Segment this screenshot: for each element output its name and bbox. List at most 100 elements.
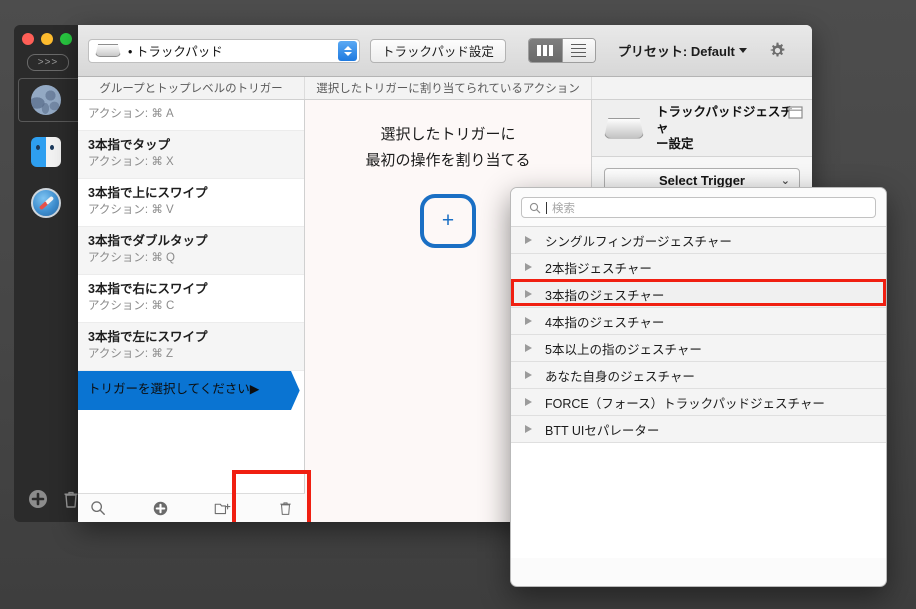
search-icon (529, 202, 541, 213)
trigger-row[interactable]: 3本指で左にスワイプ アクション: ⌘ Z (78, 323, 304, 371)
disclosure-triangle-icon[interactable] (511, 263, 545, 271)
minimize-button[interactable] (41, 33, 53, 45)
picker-category-label: 4本指のジェスチャー (545, 315, 665, 330)
picker-category-row[interactable]: BTT UIセパレーター (511, 416, 886, 443)
trigger-row-action: アクション: ⌘ X (88, 156, 174, 168)
trigger-list-pane: アクション: ⌘ A 3本指でタップ アクション: ⌘ X 3本指で上にスワイプ アクシ… (78, 100, 305, 522)
trigger-list[interactable]: アクション: ⌘ A 3本指でタップ アクション: ⌘ X 3本指で上にスワイプ アクシ… (78, 100, 304, 493)
disclosure-triangle-icon[interactable] (511, 290, 545, 298)
device-select[interactable]: • トラックパッド (88, 38, 360, 63)
column-headers: グループとトップレベルのトリガー 選択したトリガーに割り当てられているアクション (78, 77, 812, 100)
window-icon[interactable] (788, 106, 803, 124)
traffic-light-buttons[interactable] (22, 33, 72, 45)
picker-category-row[interactable]: あなた自身のジェスチャー (511, 362, 886, 389)
picker-category-label: シングルフィンガージェスチャー (545, 234, 732, 249)
picker-category-row[interactable]: 5本以上の指のジェスチャー (511, 335, 886, 362)
trigger-row-title: 3本指で左にスワイプ (88, 330, 208, 344)
search-icon (91, 501, 105, 515)
config-device-header: トラックパッドジェスチャ ー設定 (592, 100, 812, 157)
assign-message-line1: 選択したトリガーに (380, 126, 516, 143)
globe-icon[interactable] (31, 85, 61, 115)
device-select-value: • トラックパッド (128, 45, 223, 59)
trackpad-icon (604, 117, 644, 139)
column-header-actions: 選択したトリガーに割り当てられているアクション (305, 77, 592, 99)
close-button[interactable] (22, 33, 34, 45)
trigger-row-action: アクション: ⌘ Z (88, 348, 174, 360)
list-view-button[interactable] (561, 39, 595, 62)
trigger-row-action: アクション: ⌘ V (88, 204, 174, 216)
config-device-name-line2: ー設定 (656, 137, 694, 151)
new-folder-button[interactable] (214, 501, 231, 516)
disclosure-triangle-icon[interactable] (511, 425, 545, 433)
trigger-row[interactable]: 3本指でダブルタップ アクション: ⌘ Q (78, 227, 304, 275)
trackpad-icon (95, 44, 121, 57)
search-button[interactable] (90, 500, 106, 516)
picker-category-row[interactable]: 3本指のジェスチャー (511, 281, 886, 308)
picker-category-label: BTT UIセパレーター (545, 423, 660, 438)
view-toggle-group[interactable] (527, 38, 596, 63)
column-header-spacer (592, 77, 812, 99)
expand-chevrons-pill[interactable]: >>> (27, 54, 69, 71)
trigger-row-title: 3本指で右にスワイプ (88, 282, 208, 296)
column-header-groups: グループとトップレベルのトリガー (78, 77, 305, 99)
safari-icon[interactable] (31, 188, 61, 218)
assign-message: 選択したトリガーに 最初の操作を割り当てる (305, 122, 591, 174)
picker-empty-area (511, 443, 886, 558)
trigger-picker-popover[interactable]: 検索 シングルフィンガージェスチャー 2本指ジェスチャー 3本指のジェスチャー 4本指… (510, 187, 887, 587)
trigger-row-action: アクション: ⌘ C (88, 300, 175, 312)
columns-view-icon (537, 45, 554, 56)
add-circle-icon (153, 501, 167, 515)
trigger-row[interactable]: 3本指でタップ アクション: ⌘ X (78, 131, 304, 179)
preset-menu[interactable]: プリセット: Default (618, 41, 747, 60)
picker-search-field[interactable]: 検索 (521, 197, 876, 218)
picker-category-row[interactable]: シングルフィンガージェスチャー (511, 227, 886, 254)
trigger-row-title: 3本指で上にスワイプ (88, 186, 208, 200)
select-trigger-label: Select Trigger (659, 172, 745, 188)
finder-icon[interactable] (31, 137, 61, 167)
add-item-button[interactable] (153, 501, 168, 516)
disclosure-triangle-icon[interactable] (511, 236, 545, 244)
zoom-button[interactable] (60, 33, 72, 45)
picker-category-label: 3本指のジェスチャー (545, 288, 665, 303)
columns-view-button[interactable] (528, 39, 562, 62)
dock-bottom-tools (14, 489, 80, 514)
disclosure-triangle-icon[interactable] (511, 317, 545, 325)
trigger-row-action: アクション: ⌘ A (88, 108, 174, 120)
picker-search-placeholder: 検索 (552, 202, 575, 215)
picker-category-row[interactable]: FORCE（フォース）トラックパッドジェスチャー (511, 389, 886, 416)
trigger-row-title: 3本指でダブルタップ (88, 234, 208, 248)
chevron-down-icon: ⌄ (780, 174, 790, 187)
disclosure-triangle-icon[interactable] (511, 344, 545, 352)
chevron-down-icon (738, 48, 747, 53)
trigger-row-action: アクション: ⌘ Q (88, 252, 175, 264)
picker-category-label: 5本以上の指のジェスチャー (545, 342, 702, 357)
window-toolbar: • トラックパッド トラックパッド設定 プリセット: Default (78, 25, 812, 77)
disclosure-triangle-icon[interactable] (511, 398, 545, 406)
trigger-row[interactable]: 3本指で上にスワイプ アクション: ⌘ V (78, 179, 304, 227)
trackpad-settings-button[interactable]: トラックパッド設定 (370, 38, 506, 63)
picker-category-row[interactable]: 2本指ジェスチャー (511, 254, 886, 281)
picker-category-list[interactable]: シングルフィンガージェスチャー 2本指ジェスチャー 3本指のジェスチャー 4本指のジェ… (511, 226, 886, 443)
dock-add-button[interactable] (28, 489, 48, 514)
trigger-row-selected-label: トリガーを選択してください▶ (88, 382, 260, 396)
trigger-row[interactable]: 3本指で右にスワイプ アクション: ⌘ C (78, 275, 304, 323)
delete-item-button[interactable] (278, 500, 293, 516)
add-action-button[interactable]: + (420, 194, 476, 248)
picker-category-label: 2本指ジェスチャー (545, 261, 652, 276)
text-cursor (546, 201, 547, 214)
list-view-icon (571, 43, 587, 58)
assign-message-line2: 最初の操作を割り当てる (365, 152, 531, 169)
picker-search-wrap: 検索 (511, 188, 886, 226)
settings-gear-button[interactable] (769, 42, 786, 59)
preset-menu-label: プリセット: Default (617, 44, 735, 59)
picker-category-label: あなた自身のジェスチャー (545, 369, 695, 384)
trigger-row-title: 3本指でタップ (88, 138, 170, 152)
stepper-down-icon (343, 52, 352, 56)
gear-icon (770, 42, 785, 57)
trigger-row-selected[interactable]: トリガーを選択してください▶ (78, 371, 304, 410)
new-folder-icon (215, 503, 231, 514)
disclosure-triangle-icon[interactable] (511, 371, 545, 379)
picker-category-row[interactable]: 4本指のジェスチャー (511, 308, 886, 335)
trigger-row[interactable]: アクション: ⌘ A (78, 100, 304, 131)
device-stepper[interactable] (338, 41, 357, 61)
